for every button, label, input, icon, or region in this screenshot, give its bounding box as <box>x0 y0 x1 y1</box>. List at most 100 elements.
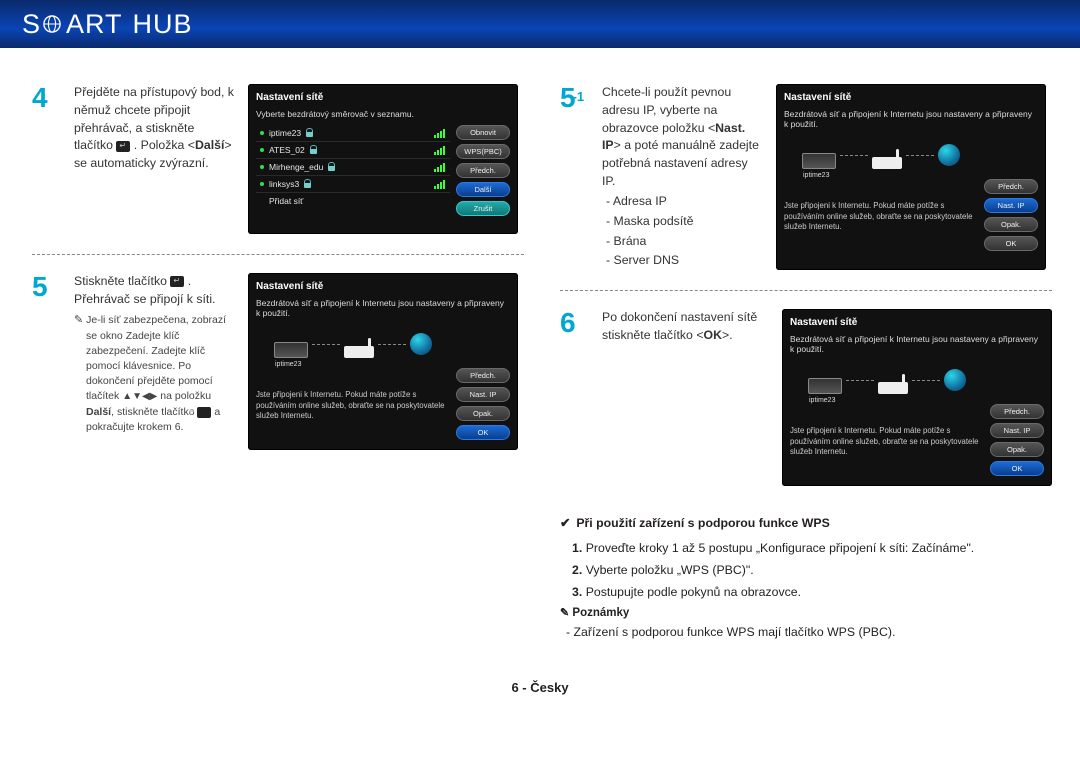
panel-subtitle: Bezdrátová síť a připojení k Internetu j… <box>256 298 510 318</box>
panel-subtitle: Vyberte bezdrátový směrovač v seznamu. <box>256 109 510 119</box>
wps-section: ✔ Při použití zařízení s podporou funkce… <box>560 514 1052 642</box>
panel-subtitle: Bezdrátová síť a připojení k Internetu j… <box>790 334 1044 354</box>
pen-icon: ✎ <box>560 607 569 619</box>
panel-step-4: Nastavení sítě Vyberte bezdrátový směrov… <box>248 84 518 234</box>
panel-title: Nastavení sítě <box>256 92 510 103</box>
lock-icon <box>328 163 335 171</box>
logo-text-2: ART <box>66 9 123 40</box>
nast-ip-button[interactable]: Nast. IP <box>990 423 1044 438</box>
step-5-1-text: Chcete-li použít pevnou adresu IP, vyber… <box>602 84 762 270</box>
wifi-row[interactable]: ATES_02 <box>256 142 450 159</box>
wifi-row[interactable]: iptime23 <box>256 125 450 142</box>
player-device-icon: iptime23 <box>274 342 308 358</box>
page-footer: 6 - Česky <box>0 680 1080 695</box>
panel-step-6: Nastavení sítě Bezdrátová síť a připojen… <box>782 309 1052 486</box>
ip-item: - Adresa IP <box>602 193 762 211</box>
link-line-icon <box>312 344 340 345</box>
prev-button[interactable]: Předch. <box>456 368 510 383</box>
player-device-icon: iptime23 <box>808 378 842 394</box>
enter-icon <box>116 141 130 152</box>
prev-button[interactable]: Předch. <box>984 179 1038 194</box>
list-item: 3. Postupujte podle pokynů na obrazovce. <box>572 583 1052 602</box>
ip-item: - Maska podsítě <box>602 213 762 231</box>
right-column: 5-1 Chcete-li použít pevnou adresu IP, v… <box>560 84 1052 642</box>
panel-step-5-1: Nastavení sítě Bezdrátová síť a připojen… <box>776 84 1046 270</box>
panel-footer: Jste připojeni k Internetu. Pokud máte p… <box>784 201 978 233</box>
lock-icon <box>306 129 313 137</box>
next-button[interactable]: Další <box>456 182 510 197</box>
wifi-row[interactable]: linksys3 <box>256 176 450 193</box>
step-6-num: 6 <box>560 309 588 486</box>
logo-text-3: HUB <box>133 9 193 40</box>
wifi-row[interactable]: Mirhenge_edu <box>256 159 450 176</box>
router-icon <box>872 157 902 169</box>
panel-step-5: Nastavení sítě Bezdrátová síť a připojen… <box>248 273 518 450</box>
panel-sidebar: Předch. Nast. IP Opak. OK <box>456 324 510 440</box>
retry-button[interactable]: Opak. <box>456 406 510 421</box>
pen-icon: ✎ <box>74 314 83 326</box>
ok-button[interactable]: OK <box>456 425 510 440</box>
step-5-1-num: 5-1 <box>560 84 588 270</box>
signal-icon <box>434 163 446 172</box>
refresh-button[interactable]: Obnovit <box>456 125 510 140</box>
content-columns: 4 Přejděte na přístupový bod, k němuž ch… <box>0 48 1080 642</box>
link-line-icon <box>846 380 874 381</box>
step-5: 5 Stiskněte tlačítko . Přehrávač se přip… <box>32 273 524 450</box>
ip-item: - Brána <box>602 233 762 251</box>
globe-icon <box>43 15 61 33</box>
step-5-note: ✎ Je-li síť zabezpečena, zobrazí se okno… <box>74 313 234 436</box>
enter-icon <box>170 276 184 287</box>
wps-steps-list: 1. Proveďte kroky 1 až 5 postupu „Konfig… <box>560 539 1052 602</box>
panel-sidebar: Obnovit WPS(PBC) Předch. Další Zrušit <box>456 125 510 216</box>
globe-icon <box>944 369 966 391</box>
lock-icon <box>310 146 317 154</box>
retry-button[interactable]: Opak. <box>990 442 1044 457</box>
wifi-list: iptime23 ATES_02 Mirhenge_edu linksys3 P… <box>256 125 450 216</box>
step-4-num: 4 <box>32 84 60 234</box>
logo: S ART HUB <box>22 9 193 40</box>
ip-item: - Server DNS <box>602 252 762 270</box>
list-item: 1. Proveďte kroky 1 až 5 postupu „Konfig… <box>572 539 1052 558</box>
link-line-icon <box>840 155 868 156</box>
panel-title: Nastavení sítě <box>790 317 1044 328</box>
panel-subtitle: Bezdrátová síť a připojení k Internetu j… <box>784 109 1038 129</box>
left-column: 4 Přejděte na přístupový bod, k němuž ch… <box>32 84 524 642</box>
list-item: 2. Vyberte položku „WPS (PBC)". <box>572 561 1052 580</box>
nast-ip-button[interactable]: Nast. IP <box>984 198 1038 213</box>
enter-icon <box>197 407 211 418</box>
panel-sidebar: Předch. Nast. IP Opak. OK <box>990 360 1044 476</box>
divider <box>32 254 524 255</box>
step-4: 4 Přejděte na přístupový bod, k němuž ch… <box>32 84 524 234</box>
panel-title: Nastavení sítě <box>256 281 510 292</box>
header-bar: S ART HUB <box>0 0 1080 48</box>
step-5-1: 5-1 Chcete-li použít pevnou adresu IP, v… <box>560 84 1052 270</box>
cancel-button[interactable]: Zrušit <box>456 201 510 216</box>
logo-text-1: S <box>22 9 41 40</box>
panel-footer: Jste připojeni k Internetu. Pokud máte p… <box>256 390 450 422</box>
step-5-text: Stiskněte tlačítko . Přehrávač se připoj… <box>74 273 234 450</box>
prev-button[interactable]: Předch. <box>456 163 510 178</box>
lock-icon <box>304 180 311 188</box>
step-5-num: 5 <box>32 273 60 450</box>
router-icon <box>878 382 908 394</box>
prev-button[interactable]: Předch. <box>990 404 1044 419</box>
panel-title: Nastavení sítě <box>784 92 1038 103</box>
step-6: 6 Po dokončení nastavení sítě stiskněte … <box>560 309 1052 486</box>
step-6-text: Po dokončení nastavení sítě stiskněte tl… <box>602 309 768 486</box>
nast-ip-button[interactable]: Nast. IP <box>456 387 510 402</box>
step-4-text: Přejděte na přístupový bod, k němuž chce… <box>74 84 234 234</box>
wps-title: ✔ Při použití zařízení s podporou funkce… <box>560 514 1052 533</box>
wifi-row-add[interactable]: Přidat síť <box>256 193 450 209</box>
ok-button[interactable]: OK <box>984 236 1038 251</box>
notes-title: ✎ Poznámky <box>560 605 1052 623</box>
router-icon <box>344 346 374 358</box>
globe-icon <box>410 333 432 355</box>
wps-button[interactable]: WPS(PBC) <box>456 144 510 159</box>
globe-icon <box>938 144 960 166</box>
player-device-icon: iptime23 <box>802 153 836 169</box>
link-line-icon <box>378 344 406 345</box>
retry-button[interactable]: Opak. <box>984 217 1038 232</box>
ok-button[interactable]: OK <box>990 461 1044 476</box>
divider <box>560 290 1052 291</box>
signal-icon <box>434 129 446 138</box>
